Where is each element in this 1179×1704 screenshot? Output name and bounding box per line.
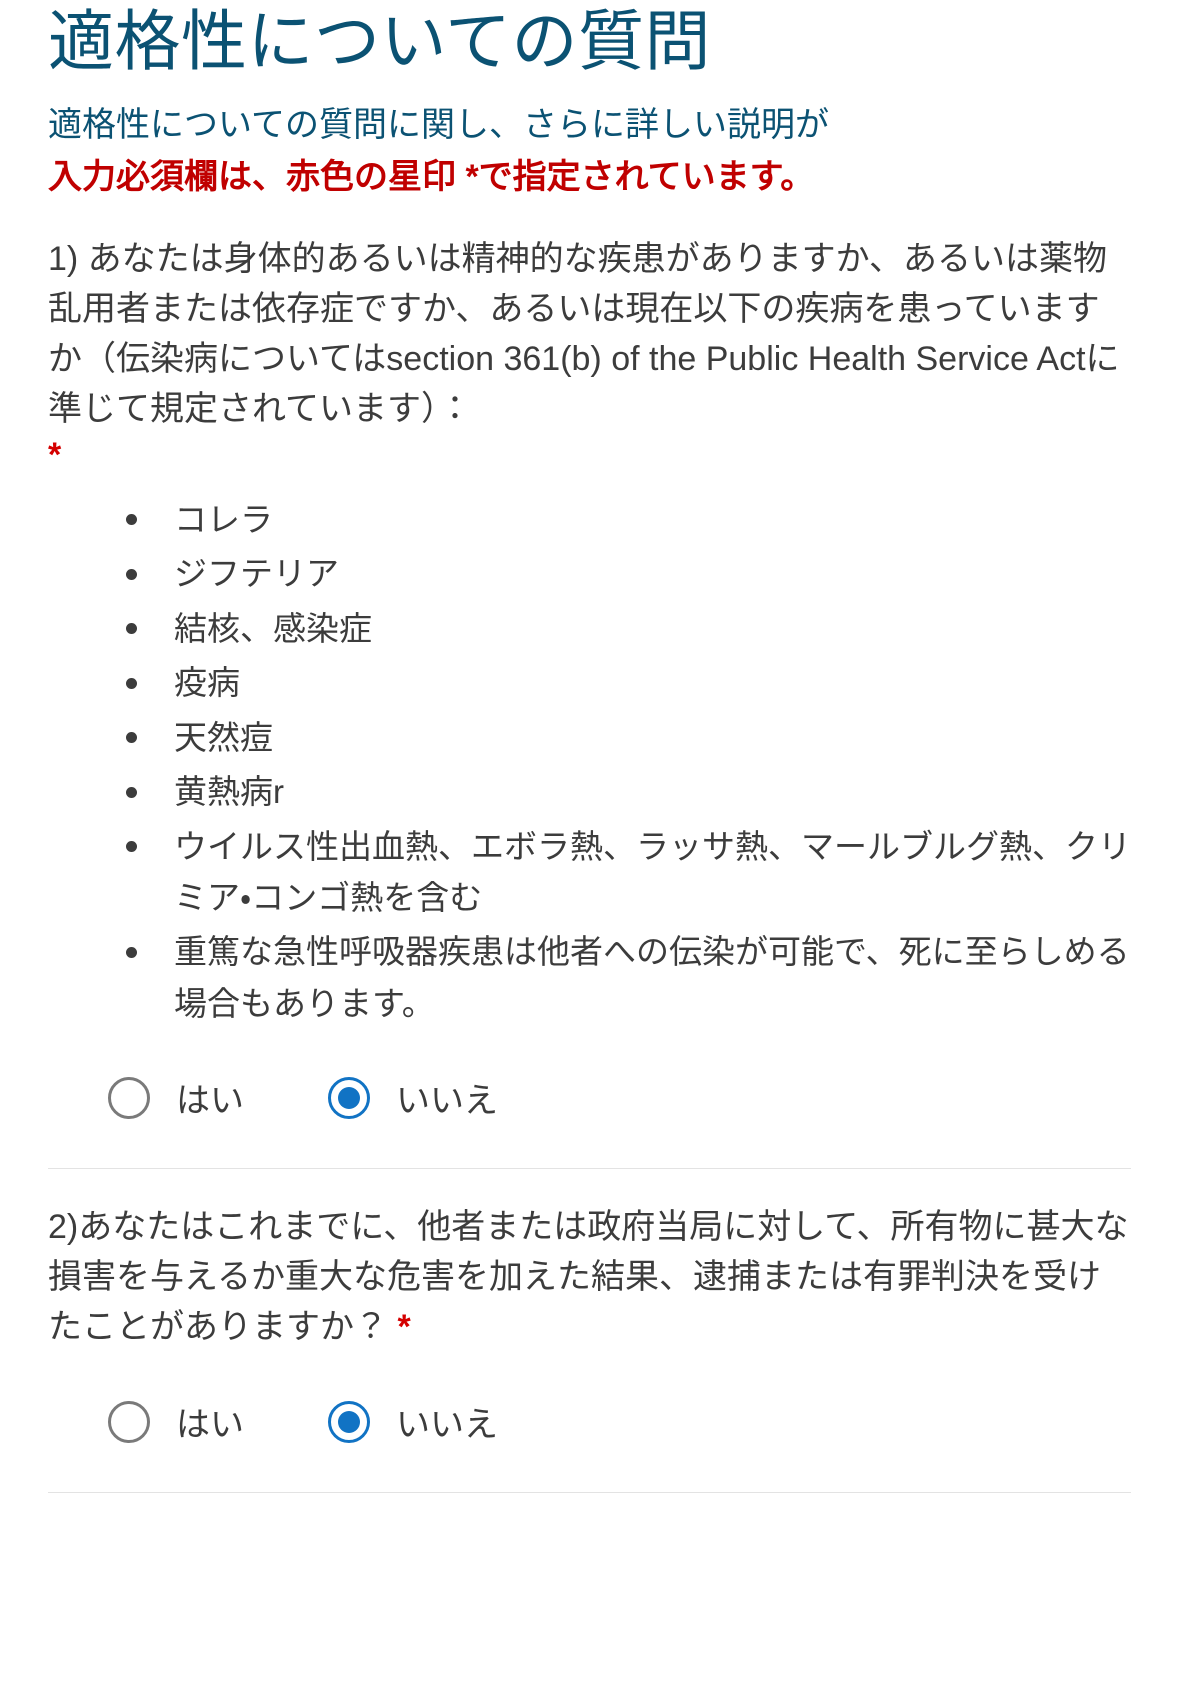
- list-item-label: 天然痘: [174, 718, 273, 756]
- radio-selected-icon[interactable]: [328, 1400, 370, 1443]
- question-1-required-star: *: [48, 435, 62, 474]
- question-2-required-star: *: [397, 1308, 411, 1347]
- radio-unselected-icon[interactable]: [108, 1076, 150, 1119]
- list-item: 天然痘: [120, 712, 1131, 763]
- list-item-label: 疫病: [174, 664, 240, 702]
- list-item-label: ジフテリア: [174, 555, 339, 593]
- required-field-notice: 入力必須欄は、赤色の星印 *で指定されています。: [48, 158, 815, 197]
- bullet-icon: [126, 623, 137, 635]
- list-item: 黄熱病r: [120, 766, 1131, 817]
- question-2-text-wrapper: 2)あなたはこれまでに、他者または政府当局に対して、所有物に甚大な損害を与えるか…: [48, 1203, 1131, 1353]
- intro-description: 適格性についての質問に関し、さらに詳しい説明が: [48, 106, 829, 145]
- question-1-text-wrapper: 1) あなたは身体的あるいは精神的な疾患がありますか、あるいは薬物乱用者または依…: [48, 235, 1131, 476]
- disease-list: コレラ ジフテリア 結核、感染症 疫病 天然痘 黄熱病r ウイルス性出血熱、エボ…: [48, 494, 1131, 1030]
- question-1-block: 1) あなたは身体的あるいは精神的な疾患がありますか、あるいは薬物乱用者または依…: [48, 235, 1131, 1122]
- section-divider-1: [48, 1168, 1131, 1170]
- bullet-icon: [126, 946, 137, 958]
- bullet-icon: [126, 732, 137, 744]
- bullet-icon: [126, 786, 137, 798]
- bullet-icon: [126, 568, 137, 580]
- question-2-block: 2)あなたはこれまでに、他者または政府当局に対して、所有物に甚大な損害を与えるか…: [48, 1203, 1131, 1446]
- list-item: ウイルス性出血熱、エボラ熱、ラッサ熱、マールブルグ熱、クリミア・コンゴ熱を含む: [120, 821, 1131, 924]
- section-divider-2: [48, 1492, 1131, 1494]
- radio-unselected-icon[interactable]: [108, 1400, 150, 1443]
- list-item: ジフテリア: [120, 548, 1131, 599]
- list-item-label: 黄熱病r: [174, 773, 284, 811]
- question-2-option-yes[interactable]: はい: [108, 1397, 244, 1446]
- question-2-radio-group: はい いいえ: [48, 1397, 1131, 1446]
- list-item: コレラ: [120, 494, 1131, 545]
- question-1-option-no[interactable]: いいえ: [328, 1073, 498, 1122]
- bullet-icon: [126, 677, 137, 689]
- question-2-option-no[interactable]: いいえ: [328, 1397, 498, 1446]
- radio-label: はい: [176, 1406, 244, 1445]
- radio-selected-icon[interactable]: [328, 1076, 370, 1119]
- list-item-label: 重篤な急性呼吸器疾患は他者への伝染が可能で、死に至らしめる場合もあります。: [174, 933, 1130, 1022]
- list-item: 疫病: [120, 657, 1131, 708]
- eligibility-questions-page: 適格性についての質問 適格性についての質問に関し、さらに詳しい説明が 入力必須欄…: [0, 0, 1179, 1494]
- list-item-label: ウイルス性出血熱、エボラ熱、ラッサ熱、マールブルグ熱、クリミア・コンゴ熱を含む: [174, 827, 1131, 916]
- list-item-label: 結核、感染症: [174, 609, 372, 647]
- question-2-text: 2)あなたはこれまでに、他者または政府当局に対して、所有物に甚大な損害を与えるか…: [48, 1208, 1129, 1347]
- list-item-label: コレラ: [174, 500, 273, 538]
- question-1-text: 1) あなたは身体的あるいは精神的な疾患がありますか、あるいは薬物乱用者または依…: [48, 240, 1120, 428]
- radio-label: はい: [176, 1082, 244, 1121]
- page-title: 適格性についての質問: [48, 4, 712, 78]
- bullet-icon: [126, 840, 137, 852]
- question-1-radio-group: はい いいえ: [48, 1073, 1131, 1122]
- radio-label: いいえ: [396, 1406, 498, 1445]
- radio-label: いいえ: [396, 1082, 498, 1121]
- intro-block: 適格性についての質問に関し、さらに詳しい説明が 入力必須欄は、赤色の星印 *で指…: [48, 103, 1131, 201]
- list-item: 結核、感染症: [120, 603, 1131, 654]
- list-item: 重篤な急性呼吸器疾患は他者への伝染が可能で、死に至らしめる場合もあります。: [120, 926, 1131, 1029]
- question-1-option-yes[interactable]: はい: [108, 1073, 244, 1122]
- bullet-icon: [126, 514, 137, 526]
